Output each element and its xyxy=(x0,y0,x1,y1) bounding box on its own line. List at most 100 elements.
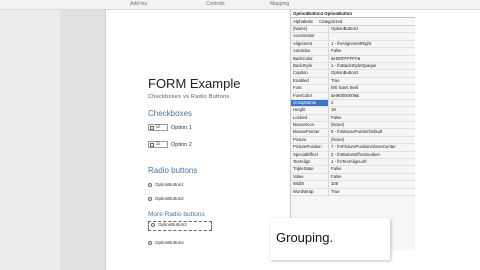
checkbox-icon xyxy=(150,142,154,147)
property-row[interactable]: Font MS Sans Serif xyxy=(291,85,416,93)
property-name: Alignment xyxy=(291,40,329,48)
property-row[interactable]: BackColor &H00FFFFFF& xyxy=(291,55,416,63)
check-mark-icon: ☑ xyxy=(156,124,161,130)
property-name: BackStyle xyxy=(291,62,329,70)
property-row[interactable]: AutoSize False xyxy=(291,48,416,56)
property-value[interactable]: OptionButton3 xyxy=(329,70,358,76)
property-row[interactable]: PicturePosition 7 - fmPicturePositionAbov… xyxy=(291,144,416,152)
radio-label: OptionButton2 xyxy=(155,196,184,201)
property-name: Locked xyxy=(291,114,329,122)
checkbox-label: Option 2 xyxy=(171,141,192,148)
property-row[interactable]: Height 18 xyxy=(291,107,416,115)
property-value[interactable]: &H80000008& xyxy=(329,93,359,99)
property-name: MousePointer xyxy=(291,129,329,136)
radio-option-4[interactable]: OptionButton4 xyxy=(148,240,184,245)
property-value[interactable]: OptionButton3 xyxy=(329,26,358,32)
property-value[interactable]: 2 - fmButtonEffectSunken xyxy=(329,152,380,158)
checkbox-control[interactable]: ☑ xyxy=(148,124,168,131)
property-name: Height xyxy=(291,107,329,114)
radio-option-1[interactable]: OptionButton1 xyxy=(148,182,184,187)
ribbon-group-mapping[interactable]: Mapping xyxy=(270,0,289,9)
property-name: Font xyxy=(291,85,329,92)
navigation-area xyxy=(0,10,60,270)
property-name: Width xyxy=(291,181,329,188)
check-mark-icon: ☑ xyxy=(156,141,161,147)
property-row[interactable]: Value False xyxy=(291,173,416,182)
property-value[interactable]: False xyxy=(329,174,342,180)
tab-alphabetic[interactable]: Alphabetic xyxy=(293,18,313,25)
property-name: Enabled xyxy=(291,77,329,85)
property-value[interactable]: False xyxy=(329,48,342,54)
checkboxes-heading: Checkboxes xyxy=(148,109,193,118)
property-name: Value xyxy=(291,173,329,181)
property-name: AutoSize xyxy=(291,48,329,55)
property-name: GroupName xyxy=(291,99,329,107)
property-row[interactable]: WordWrap True xyxy=(291,188,416,196)
property-name: (Name) xyxy=(291,26,329,33)
ribbon-group-controls[interactable]: Controls xyxy=(206,0,225,9)
property-value[interactable]: (None) xyxy=(329,137,344,143)
property-value[interactable]: False xyxy=(329,115,342,121)
property-row[interactable]: Alignment 1 - fmAlignmentRight xyxy=(291,40,416,49)
property-name: MouseIcon xyxy=(291,122,329,129)
property-name: PicturePosition xyxy=(291,144,329,151)
properties-grid: (Name) OptionButton3 Accelerator Alignment 1… xyxy=(291,26,416,196)
property-row[interactable]: TripleState False xyxy=(291,166,416,174)
page-title: FORM Example xyxy=(148,76,241,91)
property-value[interactable]: 1 - fmBackStyleOpaque xyxy=(329,63,376,69)
property-name: ForeColor xyxy=(291,92,329,99)
property-row[interactable]: MouseIcon (None) xyxy=(291,122,416,130)
caption-text: Grouping. xyxy=(276,230,334,245)
property-row[interactable]: Caption OptionButton3 xyxy=(291,70,416,78)
property-value[interactable]: True xyxy=(329,189,340,195)
property-name: Picture xyxy=(291,136,329,144)
property-value[interactable]: 108 xyxy=(329,181,338,187)
checkbox-option-1[interactable]: ☑ Option 1 xyxy=(148,124,192,131)
ribbon-group-bar: Add-ins Controls Mapping xyxy=(0,0,480,10)
property-row[interactable]: Picture (None) xyxy=(291,136,416,145)
property-value[interactable]: 1 - fmAlignmentRight xyxy=(329,41,371,47)
property-name: WordWrap xyxy=(291,188,329,195)
property-value[interactable]: 7 - fmPicturePositionAboveCenter xyxy=(329,144,396,150)
property-row[interactable]: ForeColor &H80000008& xyxy=(291,92,416,100)
checkbox-label: Option 1 xyxy=(171,124,192,131)
property-value[interactable]: &H00FFFFFF& xyxy=(329,56,360,62)
property-row[interactable]: BackStyle 1 - fmBackStyleOpaque xyxy=(291,62,416,71)
property-row[interactable]: MousePointer 0 - fmMousePointerDefault xyxy=(291,129,416,137)
property-value[interactable]: 2 xyxy=(329,100,333,106)
radio-icon xyxy=(148,196,152,201)
property-row[interactable]: (Name) OptionButton3 xyxy=(291,26,416,34)
property-name: TextAlign xyxy=(291,159,329,166)
property-value[interactable] xyxy=(329,33,331,39)
property-value[interactable]: 0 - fmMousePointerDefault xyxy=(329,129,382,135)
radio-icon xyxy=(151,222,155,227)
property-value[interactable]: 18 xyxy=(329,107,336,113)
property-row[interactable]: TextAlign 1 - fmTextAlignLeft xyxy=(291,159,416,167)
checkbox-option-2[interactable]: ☑ Option 2 xyxy=(148,141,192,148)
property-name: BackColor xyxy=(291,55,329,62)
property-row[interactable]: Locked False xyxy=(291,114,416,123)
radio-option-3[interactable]: OptionButton3 xyxy=(151,222,187,227)
property-row[interactable]: SpecialEffect 2 - fmButtonEffectSunken xyxy=(291,151,416,160)
radio-label: OptionButton3 xyxy=(158,222,187,227)
object-selector[interactable]: OptionButton3 OptionButton xyxy=(291,10,416,18)
checkbox-control[interactable]: ☑ xyxy=(148,141,168,148)
property-row[interactable]: Enabled True xyxy=(291,77,416,86)
property-row[interactable]: Width 108 xyxy=(291,181,416,189)
property-value[interactable]: True xyxy=(329,78,340,84)
document-page[interactable]: FORM Example Checkboxes vs Radio Buttons… xyxy=(105,10,291,270)
radio-option-2[interactable]: OptionButton2 xyxy=(148,196,184,201)
property-name: Caption xyxy=(291,70,329,77)
property-row[interactable]: Accelerator xyxy=(291,33,416,41)
page-subtitle: Checkboxes vs Radio Buttons xyxy=(148,94,230,100)
property-value[interactable]: 1 - fmTextAlignLeft xyxy=(329,159,367,165)
properties-window[interactable]: OptionButton3 OptionButton Alphabetic Ca… xyxy=(290,10,416,250)
property-value[interactable]: MS Sans Serif xyxy=(329,85,358,91)
tab-categorized[interactable]: Categorized xyxy=(319,18,342,25)
property-name: TripleState xyxy=(291,166,329,173)
property-value[interactable]: False xyxy=(329,166,342,172)
checkbox-icon xyxy=(150,125,154,130)
property-value[interactable]: (None) xyxy=(329,122,344,128)
property-row[interactable]: GroupName 2 xyxy=(291,99,416,108)
ribbon-group-addins[interactable]: Add-ins xyxy=(130,0,147,9)
